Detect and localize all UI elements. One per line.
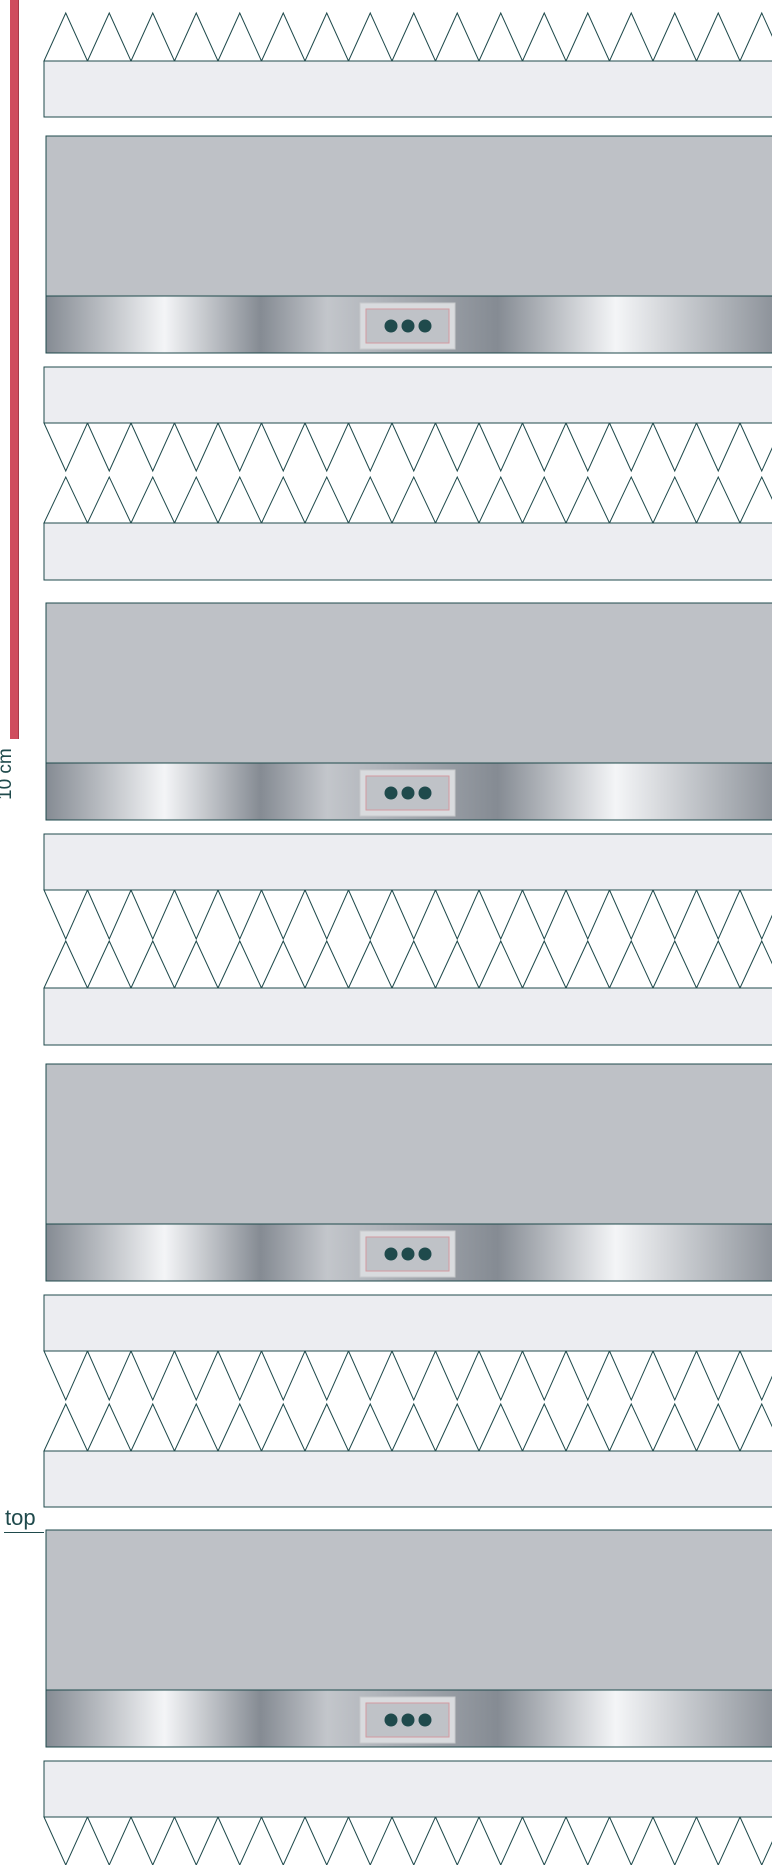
teeth-1-down: [43, 422, 772, 473]
module-body-3: [45, 1063, 772, 1225]
module-body-1: [45, 135, 772, 297]
three-dots-icon-dot-3-1: [401, 1247, 415, 1261]
three-dots-icon-dot-4-2: [418, 1713, 432, 1727]
three-dots-icon-dot-2-0: [384, 786, 398, 800]
teeth-3-up: [43, 1402, 772, 1452]
gap-panel-1b: [43, 522, 772, 581]
gap-panel-1a: [43, 366, 772, 424]
three-dots-icon-dot-1-0: [384, 319, 398, 333]
teeth-3-down: [43, 1350, 772, 1402]
gap-panel-0: [43, 60, 772, 118]
three-dots-icon-dot-2-1: [401, 786, 415, 800]
gap-panel-2b: [43, 987, 772, 1046]
three-dots-icon-dot-1-2: [418, 319, 432, 333]
teeth-top: [43, 11, 772, 62]
gap-panel-2a: [43, 833, 772, 891]
gap-panel-4a: [43, 1760, 772, 1818]
teeth-2-up: [43, 939, 772, 989]
stack-diagram: [43, 11, 772, 1865]
three-dots-icon-dot-3-2: [418, 1247, 432, 1261]
gap-panel-3b: [43, 1450, 772, 1508]
teeth-2-down: [43, 889, 772, 941]
three-dots-icon-dot-2-2: [418, 786, 432, 800]
gap-panel-3a: [43, 1294, 772, 1352]
teeth-1-up: [43, 475, 772, 524]
three-dots-icon-dot-4-0: [384, 1713, 398, 1727]
three-dots-icon-dot-1-1: [401, 319, 415, 333]
teeth-4-down: [43, 1816, 772, 1865]
module-body-4: [45, 1529, 772, 1691]
module-body-2: [45, 602, 772, 764]
three-dots-icon-dot-3-0: [384, 1247, 398, 1261]
three-dots-icon-dot-4-1: [401, 1713, 415, 1727]
